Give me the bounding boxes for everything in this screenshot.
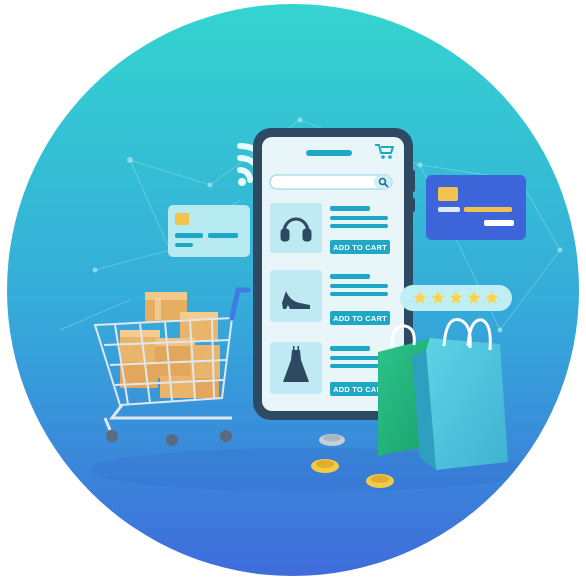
rating-badge <box>400 285 512 311</box>
add-to-cart-button[interactable]: ADD TO CART <box>330 311 390 325</box>
credit-card-icon <box>426 175 526 240</box>
search-input[interactable] <box>269 174 393 190</box>
coin-icon <box>311 459 339 473</box>
coin-icon <box>319 434 345 446</box>
ecommerce-illustration: ADD TO CART ADD TO CART ADD TO CART <box>7 4 579 576</box>
coin-icon <box>366 474 394 488</box>
credit-card-icon <box>168 205 250 257</box>
add-to-cart-button[interactable]: ADD TO CART <box>330 240 390 254</box>
add-to-cart-label: ADD TO CART <box>333 314 387 323</box>
phone-header-bar <box>306 150 352 156</box>
add-to-cart-label: ADD TO CART <box>333 243 387 252</box>
